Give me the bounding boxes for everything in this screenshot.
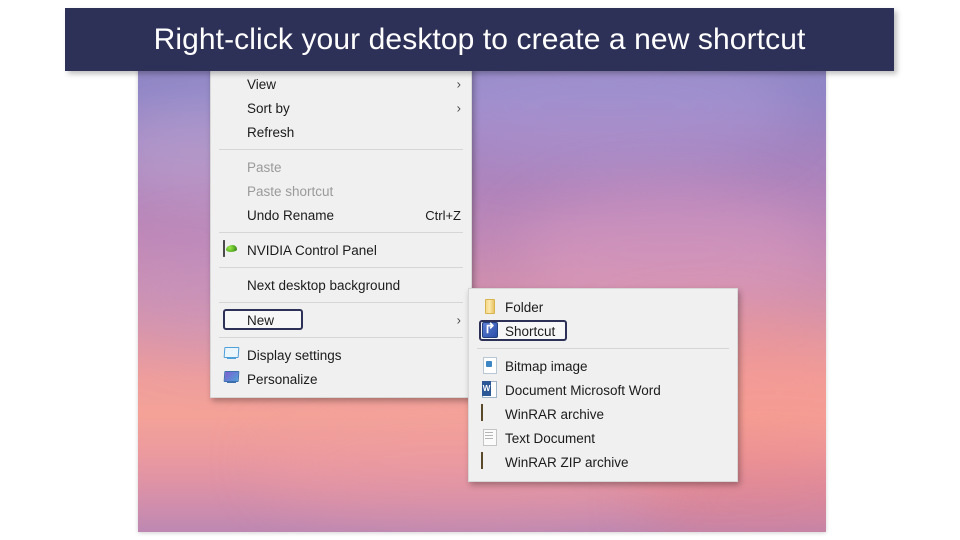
winrar-icon: [481, 404, 499, 423]
no-icon: [223, 206, 241, 224]
submenu-item-winrar-zip-archive[interactable]: WinRAR ZIP archive: [469, 450, 737, 474]
new-submenu[interactable]: Folder Shortcut Bitmap image Document Micro…: [468, 288, 738, 482]
menu-item-paste-shortcut: Paste shortcut: [211, 179, 471, 203]
monitor-filled-icon: [223, 370, 241, 388]
shortcut-icon: [481, 322, 499, 340]
menu-item-personalize[interactable]: Personalize: [211, 367, 471, 391]
no-icon: [223, 123, 241, 141]
menu-item-label: Sort by: [247, 100, 290, 116]
menu-item-label: Display settings: [247, 347, 342, 363]
submenu-item-document-microsoft-word[interactable]: Document Microsoft Word: [469, 378, 737, 402]
menu-item-label: Next desktop background: [247, 277, 401, 293]
no-icon: [223, 311, 241, 329]
menu-item-label: Undo Rename: [247, 207, 335, 223]
monitor-outline-icon: [223, 346, 241, 364]
menu-item-label: Text Document: [505, 430, 596, 446]
menu-item-label: Paste: [247, 159, 282, 175]
submenu-item-winrar-archive[interactable]: WinRAR archive: [469, 402, 737, 426]
chevron-right-icon: ›: [456, 76, 461, 92]
menu-separator: [219, 337, 463, 338]
bitmap-icon: [481, 357, 499, 375]
word-icon: [481, 381, 499, 399]
menu-item-label: Personalize: [247, 371, 318, 387]
menu-item-refresh[interactable]: Refresh: [211, 120, 471, 144]
instruction-banner-text: Right-click your desktop to create a new…: [153, 22, 806, 56]
menu-item-label: NVIDIA Control Panel: [247, 242, 377, 258]
no-icon: [223, 182, 241, 200]
menu-separator: [477, 348, 729, 349]
chevron-right-icon: ›: [456, 100, 461, 116]
nvidia-icon: [223, 240, 241, 259]
nvidia-icon-glyph: [223, 240, 225, 257]
menu-separator: [219, 302, 463, 303]
winrar-icon-glyph: [481, 452, 483, 469]
menu-item-label: WinRAR archive: [505, 406, 605, 422]
menu-item-paste: Paste: [211, 155, 471, 179]
menu-item-nvidia-control-panel[interactable]: NVIDIA Control Panel: [211, 238, 471, 262]
menu-item-display-settings[interactable]: Display settings: [211, 343, 471, 367]
text-icon: [481, 429, 499, 447]
menu-item-label: Refresh: [247, 124, 295, 140]
menu-separator: [219, 232, 463, 233]
submenu-item-bitmap-image[interactable]: Bitmap image: [469, 354, 737, 378]
folder-icon: [481, 298, 499, 316]
no-icon: [223, 158, 241, 176]
menu-item-sort-by[interactable]: Sort by ›: [211, 96, 471, 120]
menu-item-undo-rename[interactable]: Undo Rename Ctrl+Z: [211, 203, 471, 227]
menu-item-label: Shortcut: [505, 323, 556, 339]
winrar-icon: [481, 452, 499, 471]
instruction-banner: Right-click your desktop to create a new…: [65, 8, 894, 71]
menu-item-new[interactable]: New ›: [211, 308, 471, 332]
no-icon: [223, 276, 241, 294]
menu-item-view[interactable]: View ›: [211, 72, 471, 96]
no-icon: [223, 99, 241, 117]
no-icon: [223, 75, 241, 93]
desktop-context-menu[interactable]: View › Sort by › Refresh Paste Paste shortcut U…: [210, 66, 472, 398]
cloud-wisp: [418, 66, 798, 166]
menu-item-next-desktop-background[interactable]: Next desktop background: [211, 273, 471, 297]
menu-item-label: Bitmap image: [505, 358, 588, 374]
menu-separator: [219, 149, 463, 150]
menu-separator: [219, 267, 463, 268]
menu-item-shortcut-key: Ctrl+Z: [425, 207, 461, 223]
menu-item-label: WinRAR ZIP archive: [505, 454, 629, 470]
menu-item-label: Paste shortcut: [247, 183, 334, 199]
menu-item-label: Folder: [505, 299, 544, 315]
submenu-item-shortcut[interactable]: Shortcut: [469, 319, 737, 343]
menu-item-label: Document Microsoft Word: [505, 382, 661, 398]
winrar-icon-glyph: [481, 404, 483, 421]
submenu-item-folder[interactable]: Folder: [469, 295, 737, 319]
menu-item-label: View: [247, 76, 277, 92]
submenu-item-text-document[interactable]: Text Document: [469, 426, 737, 450]
menu-item-label: New: [247, 312, 275, 328]
